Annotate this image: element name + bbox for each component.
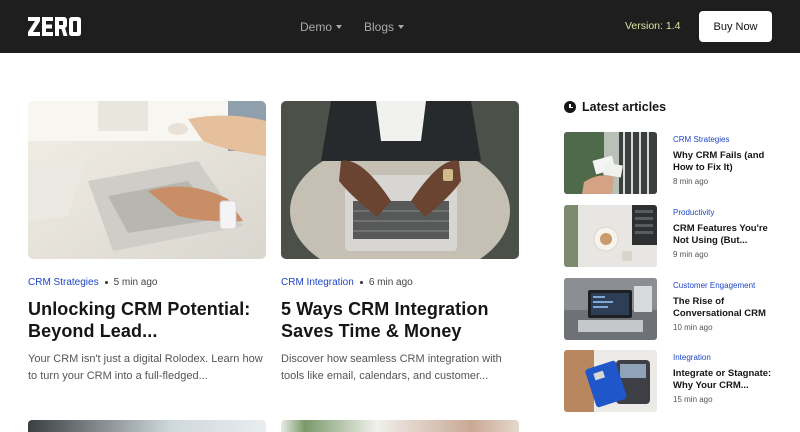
post-image[interactable] <box>281 101 519 259</box>
article-thumbnail[interactable] <box>564 350 657 412</box>
post-category-link[interactable]: CRM Strategies <box>28 277 99 288</box>
article-thumbnail[interactable] <box>564 278 657 340</box>
buy-now-button[interactable]: Buy Now <box>699 11 772 42</box>
article-text: CRM Strategies Why CRM Fails (and How to… <box>673 135 773 186</box>
article-category-link[interactable]: Customer Engagement <box>673 281 773 290</box>
article-time: 15 min ago <box>673 395 713 404</box>
nav-demo-label: Demo <box>300 19 333 34</box>
post-meta: CRM Integration 6 min ago <box>281 277 519 288</box>
nav-demo-dropdown[interactable]: Demo <box>300 19 343 34</box>
post-meta: CRM Strategies 5 min ago <box>28 277 266 288</box>
laptop-monitor-photo <box>564 278 657 340</box>
post-image-partial[interactable] <box>281 420 519 432</box>
article-title-link[interactable]: Integrate or Stagnate: Why Your CRM... <box>673 368 773 391</box>
post-title-link[interactable]: Unlocking CRM Potential: Beyond Lead... <box>28 298 266 342</box>
separator-dot <box>359 281 363 284</box>
article-time: 9 min ago <box>673 250 709 259</box>
post-card[interactable]: CRM Integration 6 min ago 5 Ways CRM Int… <box>281 101 519 385</box>
clock-icon <box>564 101 576 113</box>
article-title-link[interactable]: The Rise of Conversational CRM <box>673 296 773 319</box>
article-time: 8 min ago <box>673 177 709 186</box>
latest-article-item[interactable]: Productivity CRM Features You're Not Usi… <box>564 205 774 267</box>
zero-logo[interactable] <box>28 17 82 36</box>
article-title-link[interactable]: CRM Features You're Not Using (But... <box>673 223 773 246</box>
post-card[interactable]: CRM Strategies 5 min ago Unlocking CRM P… <box>28 101 266 385</box>
post-time: 5 min ago <box>113 277 158 288</box>
article-category-link[interactable]: CRM Strategies <box>673 135 773 144</box>
version-label: Version: 1.4 <box>625 20 681 32</box>
article-text: Integration Integrate or Stagnate: Why Y… <box>673 353 773 404</box>
post-time: 6 min ago <box>368 277 413 288</box>
article-title-link[interactable]: Why CRM Fails (and How to Fix It) <box>673 150 773 173</box>
post-image-partial[interactable] <box>28 420 266 432</box>
article-thumbnail[interactable] <box>564 132 657 194</box>
plant-cards-photo <box>564 132 657 194</box>
post-excerpt: Your CRM isn't just a digital Rolodex. L… <box>28 353 263 382</box>
article-thumbnail[interactable] <box>564 205 657 267</box>
post-title-link[interactable]: 5 Ways CRM Integration Saves Time & Mone… <box>281 298 519 342</box>
coffee-keyboard-photo <box>564 205 657 267</box>
article-text: Customer Engagement The Rise of Conversa… <box>673 281 773 332</box>
top-navbar: Demo Blogs Version: 1.4 Buy Now <box>0 0 800 53</box>
nav-blogs-dropdown[interactable]: Blogs <box>364 19 405 34</box>
chevron-down-icon <box>336 24 343 29</box>
article-category-link[interactable]: Integration <box>673 353 773 362</box>
typing-laptop-photo <box>281 101 519 259</box>
nav-blogs-label: Blogs <box>364 19 395 34</box>
article-category-link[interactable]: Productivity <box>673 208 773 217</box>
main-nav: Demo Blogs <box>300 0 405 53</box>
latest-articles-title: Latest articles <box>582 100 667 114</box>
latest-articles-heading: Latest articles <box>564 100 666 114</box>
laptop-desk-photo <box>28 101 266 259</box>
chevron-down-icon <box>398 24 405 29</box>
latest-article-item[interactable]: Integration Integrate or Stagnate: Why Y… <box>564 350 774 412</box>
post-image[interactable] <box>28 101 266 259</box>
post-category-link[interactable]: CRM Integration <box>281 277 354 288</box>
latest-article-item[interactable]: CRM Strategies Why CRM Fails (and How to… <box>564 132 774 194</box>
latest-article-item[interactable]: Customer Engagement The Rise of Conversa… <box>564 278 774 340</box>
logo-icon <box>28 17 81 36</box>
separator-dot <box>104 281 108 284</box>
post-excerpt: Discover how seamless CRM integration wi… <box>281 353 502 382</box>
article-time: 10 min ago <box>673 323 713 332</box>
article-text: Productivity CRM Features You're Not Usi… <box>673 208 773 259</box>
card-reader-photo <box>564 350 657 412</box>
